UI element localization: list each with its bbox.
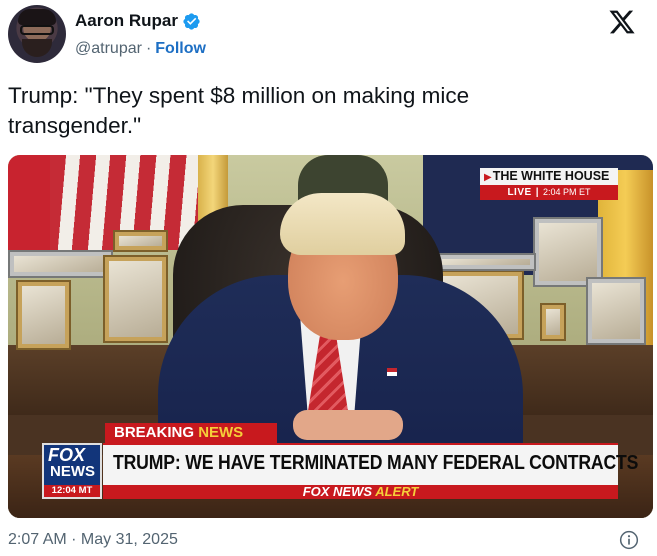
- info-icon[interactable]: [619, 530, 639, 550]
- photo-frame: [16, 280, 71, 350]
- tweet-text: Trump: "They spent $8 million on making …: [8, 83, 470, 138]
- author-avatar[interactable]: [8, 5, 66, 63]
- tweet-timestamp[interactable]: 2:07 AM · May 31, 2025: [8, 531, 178, 549]
- live-source: THE WHITE HOUSE: [492, 169, 610, 183]
- photo-frame: [113, 230, 168, 252]
- logo-line1: FOX: [48, 445, 86, 465]
- breaking-news-label: BREAKING NEWS: [105, 423, 277, 443]
- tweet-media-video[interactable]: ▶THE WHITE HOUSE LIVE | 2:04 PM ET FOX NEW…: [8, 155, 653, 518]
- author-name-row: Aaron Rupar: [75, 11, 201, 31]
- follow-button[interactable]: Follow: [155, 40, 206, 57]
- author-name[interactable]: Aaron Rupar: [75, 11, 178, 31]
- live-label: LIVE: [507, 187, 532, 198]
- tweet-card: Aaron Rupar @atrupar · Follow Trump: "They…: [0, 0, 657, 556]
- chyron-headline: TRUMP: WE HAVE TERMINATED MANY FEDERAL C…: [113, 451, 639, 474]
- photo-frame: [540, 303, 566, 341]
- author-handle[interactable]: @atrupar: [75, 40, 142, 57]
- photo-frame: [8, 250, 113, 278]
- author-handle-row: @atrupar · Follow: [75, 40, 206, 58]
- live-bug: ▶THE WHITE HOUSE LIVE | 2:04 PM ET: [480, 168, 618, 202]
- lower-third: TRUMP: WE HAVE TERMINATED MANY FEDERAL C…: [103, 443, 638, 485]
- logo-line2: NEWS: [50, 463, 95, 480]
- speaker-hands: [293, 410, 403, 440]
- photo-frame: [436, 253, 536, 271]
- logo-time: 12:04 MT: [44, 485, 100, 497]
- flag-pin: [387, 368, 397, 376]
- fox-news-alert-bar: FOX NEWS ALERT: [103, 485, 618, 499]
- photo-frame: [586, 277, 646, 345]
- live-time: 2:04 PM ET: [543, 187, 591, 197]
- x-logo-icon[interactable]: [607, 8, 637, 36]
- photo-frame: [103, 255, 168, 343]
- fox-news-logo: FOX NEWS 12:04 MT: [42, 443, 102, 499]
- play-triangle-icon: ▶: [484, 172, 492, 183]
- separator-dot: ·: [145, 40, 152, 57]
- verified-badge-icon: [183, 12, 200, 30]
